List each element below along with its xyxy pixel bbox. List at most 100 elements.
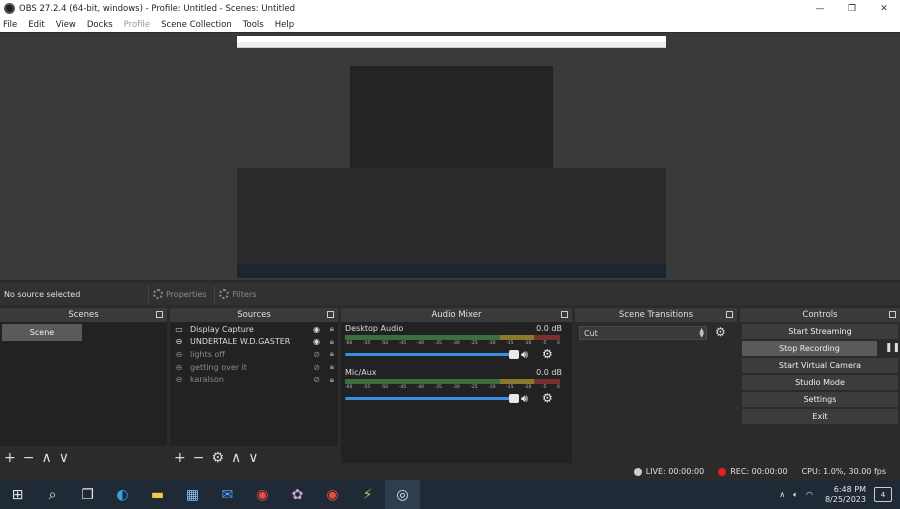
filters-button[interactable]: Filters xyxy=(214,285,260,303)
slider-handle[interactable] xyxy=(509,394,519,403)
volume-meter xyxy=(345,335,560,340)
lightning-app-icon[interactable]: ⚡︎ xyxy=(350,480,385,509)
menu-docks[interactable]: Docks xyxy=(87,20,113,30)
audio-mixer-dock: Audio Mixer Desktop Audio 0.0 dB -60 -55… xyxy=(341,308,572,470)
tick: -40 xyxy=(416,341,424,346)
obs-taskbar-icon[interactable]: ◎ xyxy=(385,480,420,509)
monitor-icon: ▭ xyxy=(175,324,183,334)
channel-name: Desktop Audio xyxy=(345,324,404,333)
wifi-icon[interactable]: ◠ xyxy=(806,490,813,499)
spinner-arrows-icon[interactable]: ▲ ▼ xyxy=(699,328,704,339)
tick: 0 xyxy=(557,341,560,346)
undock-icon[interactable] xyxy=(561,311,568,318)
volume-slider[interactable] xyxy=(345,394,519,403)
app-icon[interactable]: ✿ xyxy=(280,480,315,509)
menu-edit[interactable]: Edit xyxy=(28,20,44,30)
notification-icon[interactable]: 4 xyxy=(874,487,892,502)
clock[interactable]: 6:48 PM 8/25/2023 xyxy=(825,485,866,505)
menu-file[interactable]: File xyxy=(3,20,17,30)
minimize-button[interactable]: — xyxy=(804,0,836,17)
mail-icon[interactable]: ✉ xyxy=(210,480,245,509)
transition-select[interactable]: Cut ▲ ▼ xyxy=(579,326,707,340)
undock-icon[interactable] xyxy=(156,311,163,318)
no-source-label: No source selected xyxy=(4,289,81,299)
cpu-status: CPU: 1.0%, 30.00 fps xyxy=(801,467,886,476)
controls-header: Controls xyxy=(740,308,900,322)
mixer-channel: Desktop Audio 0.0 dB -60 -55 -50 -45 -40… xyxy=(341,322,572,366)
menu-view[interactable]: View xyxy=(56,20,76,30)
source-item[interactable]: ⊖ karalson ⊘ 🔒︎ xyxy=(170,373,338,386)
eye-icon[interactable]: ◉ xyxy=(313,325,320,334)
menu-help[interactable]: Help xyxy=(275,20,294,30)
source-item[interactable]: ▭ Display Capture ◉ 🔒︎ xyxy=(170,323,338,336)
store-icon[interactable]: ▦ xyxy=(175,480,210,509)
preview-canvas[interactable] xyxy=(237,36,666,278)
volume-slider[interactable] xyxy=(345,350,519,359)
exit-button[interactable]: Exit xyxy=(742,409,898,424)
chevron-up-icon[interactable]: ∧ xyxy=(779,490,785,499)
properties-button[interactable]: Properties xyxy=(148,285,210,303)
source-item[interactable]: ⊖ UNDERTALE W.D.GASTER ◉ 🔒︎ xyxy=(170,336,338,349)
gear-icon[interactable]: ⚙ xyxy=(542,347,553,361)
volume-icon[interactable]: 🔈︎ xyxy=(793,490,798,500)
undock-icon[interactable] xyxy=(889,311,896,318)
task-view-icon[interactable]: ❐ xyxy=(70,480,105,509)
scene-item[interactable]: Scene xyxy=(2,324,82,341)
pause-icon[interactable]: ❚❚ xyxy=(885,343,900,353)
preview-nested-docks xyxy=(237,168,666,264)
lock-icon[interactable]: 🔒︎ xyxy=(330,324,334,334)
studio-mode-button[interactable]: Studio Mode xyxy=(742,375,898,390)
status-bar: LIVE: 00:00:00 REC: 00:00:00 CPU: 1.0%, … xyxy=(0,463,900,480)
search-icon[interactable]: ⌕ xyxy=(35,480,70,509)
restore-button[interactable]: ❐ xyxy=(836,0,868,17)
lock-icon[interactable]: 🔒︎ xyxy=(330,337,334,347)
scenes-dock: Scenes Scene + − ∧ ∨ xyxy=(0,308,167,470)
close-button[interactable]: ✕ xyxy=(868,0,900,17)
undock-icon[interactable] xyxy=(327,311,334,318)
eye-hidden-icon[interactable]: ⊘ xyxy=(313,350,320,359)
meter-ticks: -60 -55 -50 -45 -40 -35 -30 -25 -20 -15 … xyxy=(345,341,560,347)
title-bar: OBS 27.2.4 (64-bit, windows) - Profile: … xyxy=(0,0,900,17)
menu-tools[interactable]: Tools xyxy=(243,20,264,30)
lock-icon[interactable]: 🔒︎ xyxy=(330,362,334,372)
lock-icon[interactable]: 🔒︎ xyxy=(330,349,334,359)
speaker-icon[interactable]: 🔊︎ xyxy=(521,348,528,362)
undock-icon[interactable] xyxy=(726,311,733,318)
sources-dock: Sources ▭ Display Capture ◉ 🔒︎ ⊖ UNDERTA… xyxy=(170,308,338,470)
volume-meter xyxy=(345,379,560,384)
lock-icon[interactable]: 🔒︎ xyxy=(330,375,334,385)
eye-hidden-icon[interactable]: ⊘ xyxy=(313,375,320,384)
gear-icon[interactable]: ⚙ xyxy=(715,325,726,339)
preview-area xyxy=(0,33,900,280)
stop-recording-button[interactable]: Stop Recording xyxy=(742,341,877,356)
edge-browser-icon[interactable]: ◐ xyxy=(105,480,140,509)
eye-icon[interactable]: ◉ xyxy=(313,337,320,346)
link-icon: ⊖ xyxy=(175,375,183,385)
record-indicator-icon xyxy=(718,467,727,476)
settings-button[interactable]: Settings xyxy=(742,392,898,407)
tick: 0 xyxy=(557,385,560,390)
source-item[interactable]: ⊖ getting over it ⊘ 🔒︎ xyxy=(170,361,338,374)
menu-profile: Profile xyxy=(123,19,151,30)
chrome-profile-icon[interactable]: ◉ xyxy=(315,480,350,509)
source-label: UNDERTALE W.D.GASTER xyxy=(190,337,291,347)
chrome-icon[interactable]: ◉ xyxy=(245,480,280,509)
source-item[interactable]: ⊖ lights off ⊘ 🔒︎ xyxy=(170,348,338,361)
start-virtual-camera-button[interactable]: Start Virtual Camera xyxy=(742,358,898,373)
eye-hidden-icon[interactable]: ⊘ xyxy=(313,363,320,372)
preview-nested-inner xyxy=(350,66,553,181)
start-streaming-button[interactable]: Start Streaming xyxy=(742,324,898,339)
tick: -60 xyxy=(345,385,353,390)
gear-icon[interactable]: ⚙ xyxy=(542,391,553,405)
source-label: getting over it xyxy=(190,362,247,372)
windows-start-icon[interactable]: ⊞ xyxy=(0,480,35,509)
tick: -40 xyxy=(416,385,424,390)
scenes-header: Scenes xyxy=(0,308,167,322)
speaker-icon[interactable]: 🔊︎ xyxy=(521,392,528,406)
slider-handle[interactable] xyxy=(509,350,519,359)
audio-mixer-header: Audio Mixer xyxy=(341,308,572,322)
file-explorer-icon[interactable]: ▬ xyxy=(140,480,175,509)
audio-mixer-title: Audio Mixer xyxy=(431,310,482,320)
menu-scene-collection[interactable]: Scene Collection xyxy=(161,20,232,30)
scene-transitions-dock: Scene Transitions Cut ▲ ▼ ⚙ xyxy=(575,308,737,470)
